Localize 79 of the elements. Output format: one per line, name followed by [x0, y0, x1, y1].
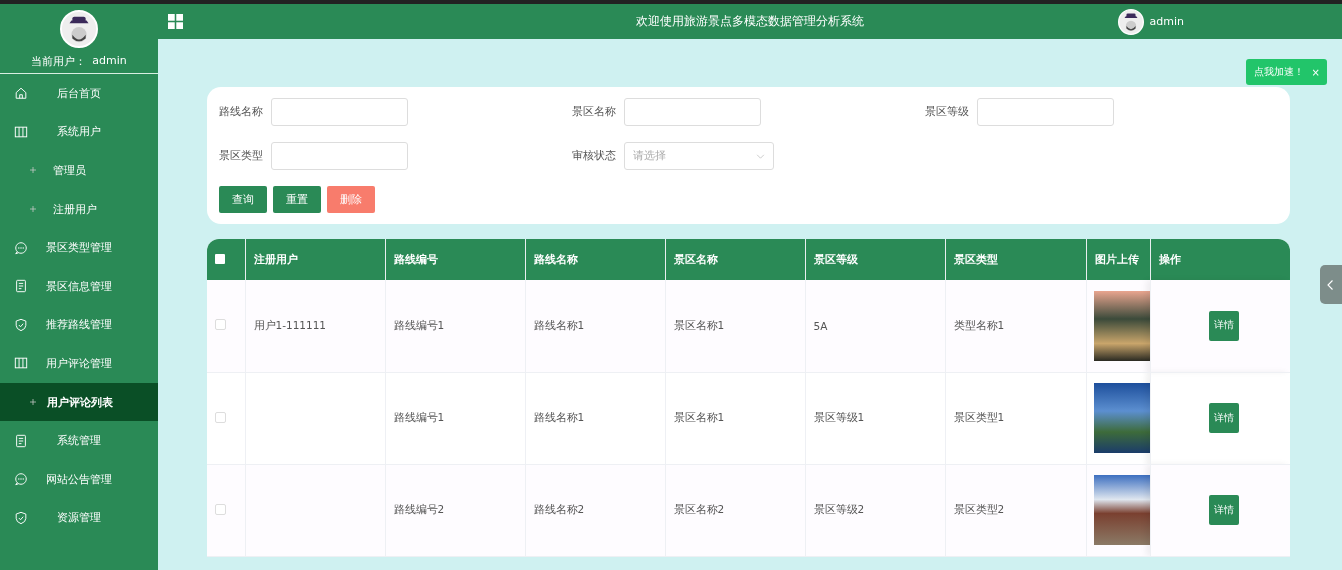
sidebar-item[interactable]: 用户评论列表: [0, 382, 158, 422]
action-button[interactable]: 查询: [219, 186, 267, 213]
current-user-label: 当前用户：: [31, 54, 87, 69]
chat-icon: [14, 472, 28, 487]
field-label: 景区等级: [925, 105, 969, 119]
photo-placeholder: [1093, 383, 1149, 453]
sidebar-item[interactable]: 网站公告管理: [0, 459, 158, 499]
sidebar-item[interactable]: 后台首页: [0, 74, 158, 113]
delete-button[interactable]: 删除: [327, 186, 375, 213]
sidebar-item[interactable]: 资源管理: [0, 498, 158, 538]
input-field[interactable]: [977, 98, 1114, 126]
table-cell: 景区等级2: [813, 503, 865, 515]
input-field[interactable]: [271, 98, 408, 126]
input-field[interactable]: [271, 142, 408, 170]
table-cell: 路线编号1: [393, 411, 445, 423]
column-header: 景区类型: [945, 239, 1086, 280]
sidebar-item[interactable]: 景区信息管理: [0, 266, 158, 306]
document-icon: [14, 279, 28, 294]
column-header: 路线名称: [525, 239, 665, 280]
sidebar-item[interactable]: 推荐路线管理: [0, 305, 158, 345]
avatar-icon: [1117, 8, 1144, 35]
table-cell: 类型名称1: [953, 318, 1005, 331]
row-checkbox[interactable]: [215, 503, 226, 515]
table-cell: 景区类型2: [953, 503, 1005, 515]
details-button[interactable]: 详情: [1209, 495, 1239, 525]
shield-icon: [14, 510, 28, 525]
table-cell: 路线名称1: [533, 411, 585, 423]
table-cell: 路线编号1: [393, 318, 445, 331]
close-button[interactable]: ×: [1311, 66, 1320, 78]
columns-icon: [14, 356, 28, 371]
table-cell: 景区名称1: [673, 411, 725, 423]
column-header: 图片上传: [1086, 239, 1150, 280]
photo-placeholder: [1093, 290, 1149, 361]
avatar-icon: [60, 10, 98, 48]
table-cell: 路线编号2: [393, 503, 445, 515]
table-cell: 景区类型1: [953, 411, 1005, 423]
table-cell: 路线名称1: [533, 318, 585, 331]
column-header: 注册用户: [245, 239, 385, 280]
select-all-checkbox[interactable]: [215, 253, 225, 264]
table-cell: 用户1-111111: [253, 318, 327, 331]
table-cell: 路线名称2: [533, 503, 585, 515]
speed-up-toast[interactable]: 点我加速！ ×: [1245, 59, 1327, 85]
field-label: 审核状态: [572, 149, 616, 163]
sidebar-item[interactable]: 景区类型管理: [0, 228, 158, 267]
document-icon: [14, 433, 28, 448]
shield-icon: [14, 317, 28, 332]
home-icon: [14, 86, 28, 101]
field-label: 路线名称: [219, 105, 263, 119]
side-panel-tab[interactable]: [1320, 265, 1342, 304]
row-checkbox[interactable]: [215, 411, 226, 423]
select-field[interactable]: 请选择: [624, 142, 774, 170]
grid-menu-icon[interactable]: [168, 14, 183, 29]
action-button[interactable]: 重置: [273, 186, 321, 213]
column-header: 景区等级: [805, 239, 945, 280]
table-cell: 5A: [813, 319, 828, 332]
field-label: 景区类型: [219, 149, 263, 163]
sidebar-item[interactable]: 用户评论管理: [0, 344, 158, 383]
column-header: 路线编号: [385, 239, 525, 280]
table-cell: 景区等级1: [813, 411, 865, 423]
sidebar-item[interactable]: 系统管理: [0, 421, 158, 460]
user-name[interactable]: admin: [1149, 15, 1184, 28]
field-label: 景区名称: [572, 105, 616, 119]
row-checkbox[interactable]: [215, 319, 226, 331]
column-header: 景区名称: [665, 239, 805, 280]
column-header: 操作: [1150, 239, 1290, 280]
photo-placeholder: [1093, 475, 1149, 545]
chat-icon: [14, 240, 28, 255]
sidebar-item[interactable]: 注册用户: [0, 189, 158, 229]
columns-icon: [14, 124, 28, 139]
table-cell: 景区名称1: [673, 318, 725, 331]
sidebar-item[interactable]: 管理员: [0, 151, 158, 190]
details-button[interactable]: 详情: [1209, 403, 1239, 433]
table-cell: 景区名称2: [673, 503, 725, 515]
details-button[interactable]: 详情: [1209, 310, 1239, 341]
app-title: 欢迎使用旅游景点多模态数据管理分析系统: [636, 13, 864, 30]
chevron-down-icon: [756, 151, 765, 161]
current-user-name: admin: [92, 54, 127, 69]
sidebar-item[interactable]: 系统用户: [0, 112, 158, 152]
input-field[interactable]: [624, 98, 761, 126]
